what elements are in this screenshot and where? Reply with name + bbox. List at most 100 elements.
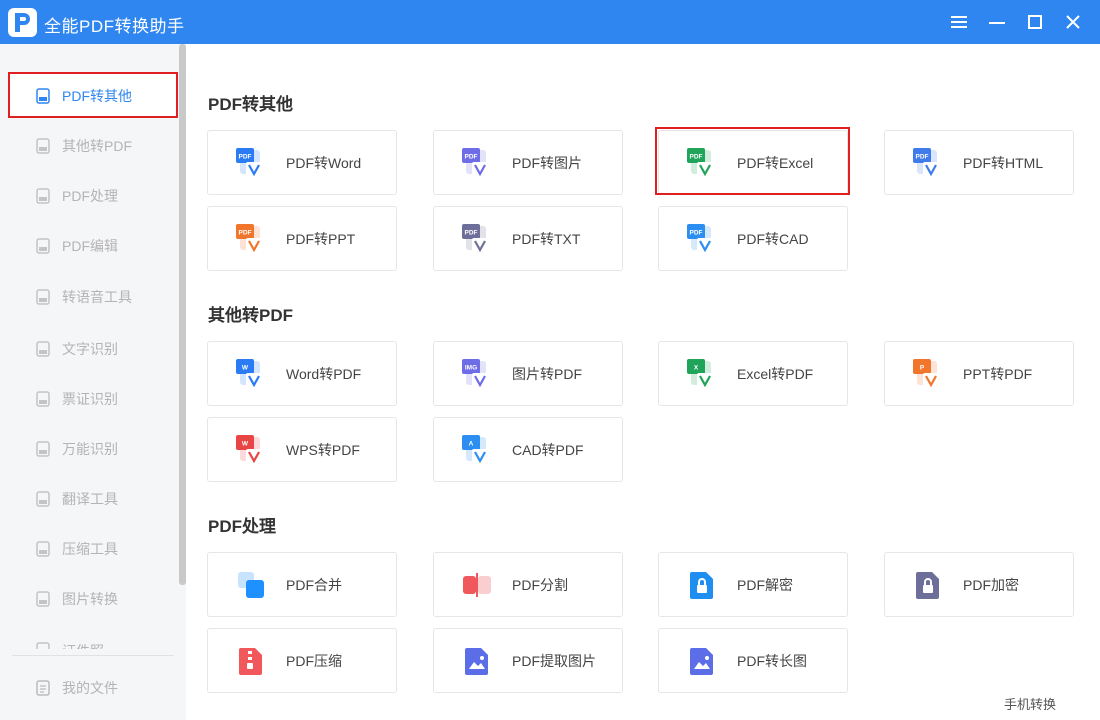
tool-label: PDF转Excel	[737, 154, 814, 171]
sidebar-item-1[interactable]: PDF转其他	[10, 74, 176, 118]
sidebar-item-12[interactable]: 证件照	[10, 627, 176, 649]
sidebar-item-7[interactable]: 票证识别	[10, 377, 176, 421]
tool-tile-pdf-encrypt[interactable]: PDF加密	[884, 552, 1074, 617]
tool-tile-ppt-to-pdf[interactable]: P PPT转PDF	[884, 341, 1074, 406]
sidebar-item-11[interactable]: 图片转换	[10, 577, 176, 621]
tool-label: PPT转PDF	[963, 365, 1033, 382]
tool-label: PDF解密	[737, 576, 793, 593]
tool-tile-pdf-to-long-image[interactable]: PDF转长图	[658, 628, 848, 693]
tool-tile-pdf-to-ppt[interactable]: PDF PDF转PPT	[207, 206, 397, 271]
tool-tile-pdf-to-excel[interactable]: PDF PDF转Excel	[658, 130, 848, 195]
sidebar-item-label: PDF处理	[62, 188, 118, 204]
sidebar-item-5[interactable]: 转语音工具	[10, 275, 176, 319]
tool-tile-excel-to-pdf[interactable]: X Excel转PDF	[658, 341, 848, 406]
tool-tile-word-to-pdf[interactable]: W Word转PDF	[207, 341, 397, 406]
sidebar-item-label: 转语音工具	[62, 289, 132, 305]
tool-tile-pdf-to-word[interactable]: PDF PDF转Word	[207, 130, 397, 195]
tool-tile-wps-to-pdf[interactable]: W WPS转PDF	[207, 417, 397, 482]
id-photo-icon	[34, 641, 52, 649]
sidebar-item-9[interactable]: 翻译工具	[10, 477, 176, 521]
image-to-pdf-icon: IMG	[462, 358, 492, 389]
tool-label: WPS转PDF	[286, 441, 360, 458]
close-icon[interactable]	[1059, 8, 1087, 36]
maximize-icon[interactable]	[1021, 8, 1049, 36]
svg-text:IMG: IMG	[465, 364, 477, 371]
section-title: PDF转其他	[208, 95, 293, 114]
sidebar-item-4[interactable]: PDF编辑	[10, 224, 176, 268]
app-title: 全能PDF转换助手	[44, 17, 185, 36]
pdf-decrypt-icon	[687, 570, 717, 600]
tool-tile-pdf-extract-image[interactable]: PDF提取图片	[433, 628, 623, 693]
tool-label: PDF转TXT	[512, 230, 581, 247]
tool-tile-pdf-merge[interactable]: PDF合并	[207, 552, 397, 617]
tool-tile-pdf-to-html[interactable]: PDF PDF转HTML	[884, 130, 1074, 195]
tool-label: CAD转PDF	[512, 441, 584, 458]
tool-label: PDF转PPT	[286, 230, 356, 247]
sidebar-item-6[interactable]: 文字识别	[10, 327, 176, 371]
section-title: 其他转PDF	[208, 306, 293, 325]
pdf-convert-icon	[34, 87, 52, 105]
tool-label: PDF转长图	[737, 652, 807, 669]
voice-icon	[34, 288, 52, 306]
pdf-split-icon	[462, 570, 492, 600]
tool-tile-pdf-to-image[interactable]: PDF PDF转图片	[433, 130, 623, 195]
pdf-edit-icon	[34, 237, 52, 255]
tool-tile-pdf-split[interactable]: PDF分割	[433, 552, 623, 617]
excel-to-pdf-icon: X	[687, 358, 717, 389]
pdf-to-cad-icon: PDF	[687, 223, 717, 254]
sidebar-item-3[interactable]: PDF处理	[10, 174, 176, 218]
sidebar-item-label: 翻译工具	[62, 491, 118, 507]
tool-label: PDF合并	[286, 576, 342, 593]
menu-icon[interactable]	[945, 8, 973, 36]
wps-to-pdf-icon: W	[236, 434, 266, 465]
pdf-process-icon	[34, 187, 52, 205]
scan-icon	[34, 440, 52, 458]
ticket-icon	[34, 390, 52, 408]
pdf-to-long-image-icon	[687, 646, 717, 676]
translate-icon	[34, 490, 52, 508]
sidebar-item-2[interactable]: 其他转PDF	[10, 124, 176, 168]
tool-tile-pdf-compress[interactable]: PDF压缩	[207, 628, 397, 693]
sidebar-item-10[interactable]: 压缩工具	[10, 527, 176, 571]
svg-text:P: P	[920, 364, 925, 371]
tool-tile-pdf-to-cad[interactable]: PDF PDF转CAD	[658, 206, 848, 271]
pdf-to-html-icon: PDF	[913, 147, 943, 178]
tool-label: PDF转HTML	[963, 154, 1044, 171]
sidebar-item-label: 图片转换	[62, 591, 118, 607]
to-pdf-icon	[34, 137, 52, 155]
file-icon	[34, 679, 52, 697]
sidebar-item-8[interactable]: 万能识别	[10, 427, 176, 471]
tool-label: PDF压缩	[286, 652, 342, 669]
tool-tile-pdf-decrypt[interactable]: PDF解密	[658, 552, 848, 617]
pdf-extract-image-icon	[462, 646, 492, 676]
tool-tile-image-to-pdf[interactable]: IMG 图片转PDF	[433, 341, 623, 406]
svg-text:PDF: PDF	[465, 153, 478, 160]
ocr-icon	[34, 340, 52, 358]
tool-label: PDF提取图片	[512, 652, 596, 669]
section-title: PDF处理	[208, 517, 276, 536]
mobile-convert-link[interactable]: 手机转换	[1004, 694, 1056, 713]
svg-text:W: W	[242, 364, 249, 371]
minimize-icon[interactable]	[983, 8, 1011, 36]
sidebar-item-my-files[interactable]: 我的文件	[10, 666, 176, 710]
pdf-to-image-icon: PDF	[462, 147, 492, 178]
compress-icon	[34, 540, 52, 558]
svg-text:PDF: PDF	[690, 229, 703, 236]
svg-text:PDF: PDF	[239, 153, 252, 160]
tool-label: PDF转CAD	[737, 230, 809, 247]
sidebar-item-label: 票证识别	[62, 391, 118, 407]
app-logo	[8, 8, 37, 37]
sidebar-item-label: PDF转其他	[62, 88, 132, 104]
tool-label: 图片转PDF	[512, 365, 582, 382]
sidebar-item-label: 证件照	[62, 641, 104, 649]
tool-label: Word转PDF	[286, 365, 362, 382]
pdf-to-excel-icon: PDF	[687, 147, 717, 178]
svg-text:A: A	[469, 440, 474, 447]
svg-text:W: W	[242, 440, 249, 447]
pdf-compress-icon	[236, 646, 266, 676]
tool-tile-cad-to-pdf[interactable]: A CAD转PDF	[433, 417, 623, 482]
svg-text:X: X	[694, 364, 699, 371]
pdf-merge-icon	[236, 570, 266, 600]
tool-tile-pdf-to-txt[interactable]: PDF PDF转TXT	[433, 206, 623, 271]
sidebar-scrollbar[interactable]	[179, 44, 186, 585]
